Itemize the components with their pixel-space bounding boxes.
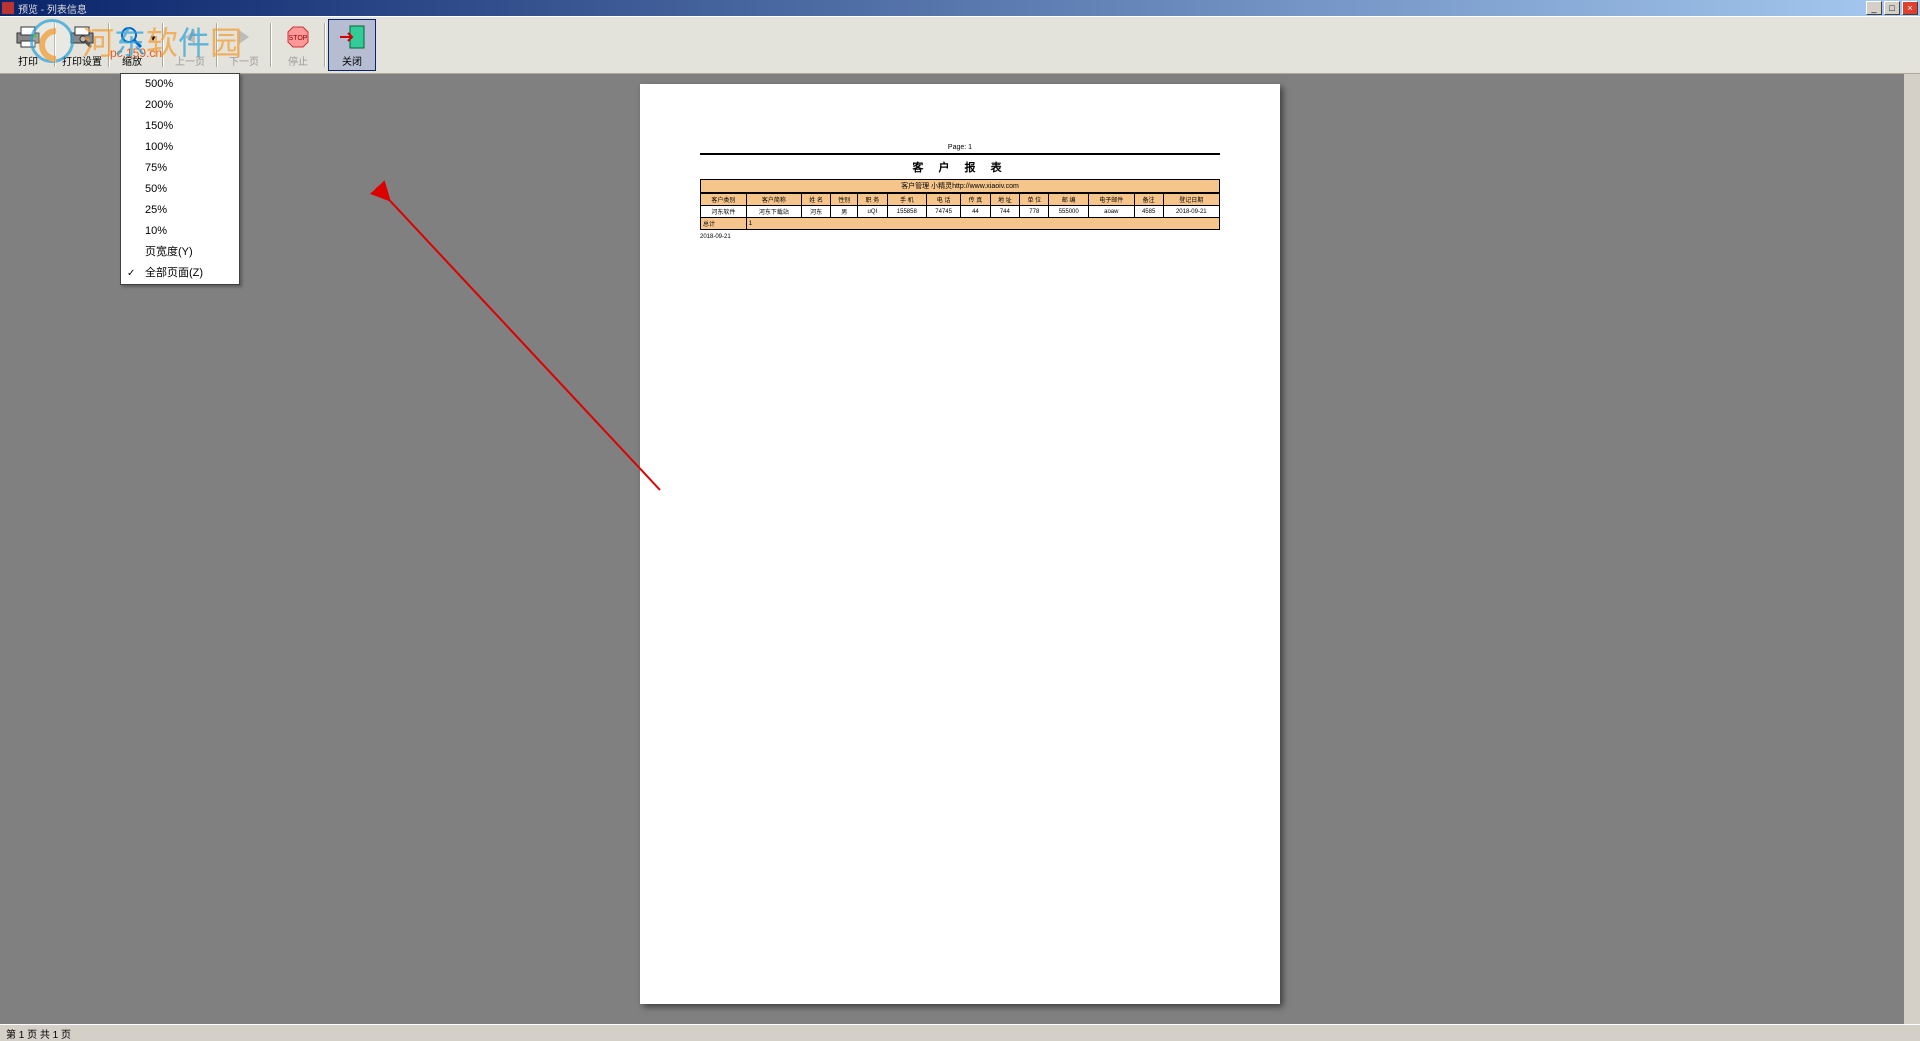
table-cell: 2018-09-21 bbox=[1163, 206, 1219, 218]
page-number: Page: 1 bbox=[700, 144, 1220, 151]
table-header-cell: 备注 bbox=[1134, 194, 1163, 206]
total-value-cell: 1 bbox=[746, 218, 1219, 230]
maximize-button[interactable]: □ bbox=[1884, 1, 1900, 15]
zoom-page-width-item[interactable]: 页宽度(Y) bbox=[121, 242, 239, 263]
zoom-dropdown: 500% 200% 150% 100% 75% 50% 25% 10% 页宽度(… bbox=[120, 73, 240, 285]
table-header-cell: 邮 编 bbox=[1049, 194, 1088, 206]
separator bbox=[54, 23, 56, 67]
separator bbox=[162, 23, 164, 67]
print-label: 打印 bbox=[18, 53, 38, 68]
app-icon bbox=[2, 2, 14, 14]
next-page-label: 下一页 bbox=[229, 53, 259, 68]
close-preview-button[interactable]: 关闭 bbox=[328, 19, 376, 71]
table-header-cell: 客户类别 bbox=[701, 194, 747, 206]
table-cell: 河东下载站 bbox=[746, 206, 801, 218]
prev-page-label: 上一页 bbox=[175, 53, 205, 68]
next-page-button[interactable]: 下一页 bbox=[220, 19, 268, 71]
report-title: 客 户 报 表 bbox=[700, 159, 1220, 175]
vertical-scrollbar[interactable] bbox=[1904, 74, 1920, 1024]
table-header-row: 客户类别客户简称姓 名性别职 务手 机电 话传 真地 址单 位邮 编电子邮件备注… bbox=[701, 194, 1220, 206]
table-cell: 74745 bbox=[927, 206, 961, 218]
zoom-menu-item[interactable]: 25% bbox=[121, 200, 239, 221]
divider bbox=[700, 153, 1220, 155]
status-text: 第 1 页 共 1 页 bbox=[6, 1030, 71, 1041]
prev-page-button[interactable]: 上一页 bbox=[166, 19, 214, 71]
zoom-menu-item[interactable]: 150% bbox=[121, 116, 239, 137]
separator bbox=[216, 23, 218, 67]
stop-icon: STOP bbox=[284, 23, 312, 51]
table-cell: 778 bbox=[1020, 206, 1049, 218]
table-header-cell: 电 话 bbox=[927, 194, 961, 206]
table-cell: 河东软件 bbox=[701, 206, 747, 218]
zoom-menu-item[interactable]: 50% bbox=[121, 179, 239, 200]
print-setup-button[interactable]: 打印设置 bbox=[58, 19, 106, 71]
zoom-menu-item[interactable]: 100% bbox=[121, 137, 239, 158]
status-bar: 第 1 页 共 1 页 bbox=[0, 1024, 1920, 1040]
table-total-row: 总计1 bbox=[701, 218, 1220, 230]
chevron-down-icon: ▼ bbox=[149, 34, 157, 43]
close-window-button[interactable]: × bbox=[1902, 1, 1918, 15]
zoom-menu-item[interactable]: 200% bbox=[121, 95, 239, 116]
minimize-button[interactable]: _ bbox=[1866, 1, 1882, 15]
table-cell: aoaw bbox=[1088, 206, 1134, 218]
table-cell: uQI bbox=[858, 206, 887, 218]
table-header-cell: 地 址 bbox=[990, 194, 1019, 206]
table-row: 河东软件河东下载站河东男uQI1558587474544744778555000… bbox=[701, 206, 1220, 218]
separator bbox=[108, 23, 110, 67]
exit-door-icon bbox=[338, 23, 366, 51]
title-bar: 预览 - 列表信息 _ □ × bbox=[0, 0, 1920, 16]
arrow-right-icon bbox=[230, 23, 258, 51]
printer-wrench-icon bbox=[68, 23, 96, 51]
table-header-cell: 手 机 bbox=[887, 194, 926, 206]
zoom-menu-item[interactable]: 75% bbox=[121, 158, 239, 179]
stop-button[interactable]: STOP 停止 bbox=[274, 19, 322, 71]
zoom-menu-item[interactable]: 500% bbox=[121, 74, 239, 95]
report-subtitle: 客户管理 小精灵http://www.xiaoiv.com bbox=[700, 179, 1220, 193]
table-header-cell: 客户简称 bbox=[746, 194, 801, 206]
separator bbox=[324, 23, 326, 67]
zoom-full-page-item[interactable]: ✓全部页面(Z) bbox=[121, 263, 239, 284]
window-title: 预览 - 列表信息 bbox=[18, 1, 1866, 16]
table-header-cell: 姓 名 bbox=[801, 194, 830, 206]
window-buttons: _ □ × bbox=[1866, 1, 1918, 15]
separator bbox=[270, 23, 272, 67]
table-cell: 744 bbox=[990, 206, 1019, 218]
preview-workspace[interactable]: Page: 1 客 户 报 表 客户管理 小精灵http://www.xiaoi… bbox=[0, 74, 1920, 1024]
zoom-button[interactable]: ▼ 缩放 bbox=[112, 19, 160, 71]
close-preview-label: 关闭 bbox=[342, 53, 362, 68]
svg-text:STOP: STOP bbox=[289, 35, 308, 42]
report-date: 2018-09-21 bbox=[700, 234, 1220, 240]
table-cell: 男 bbox=[831, 206, 858, 218]
toolbar: 打印 打印设置 ▼ 缩放 上一页 下一页 STOP 停止 bbox=[0, 16, 1920, 74]
printer-icon bbox=[14, 23, 42, 51]
watermark-url: pc.159.cn bbox=[110, 46, 162, 60]
print-button[interactable]: 打印 bbox=[4, 19, 52, 71]
stop-label: 停止 bbox=[288, 53, 308, 68]
table-header-cell: 性别 bbox=[831, 194, 858, 206]
total-label-cell: 总计 bbox=[701, 218, 747, 230]
zoom-menu-item[interactable]: 10% bbox=[121, 221, 239, 242]
table-header-cell: 职 务 bbox=[858, 194, 887, 206]
arrow-left-icon bbox=[176, 23, 204, 51]
table-cell: 44 bbox=[961, 206, 990, 218]
table-cell: 555000 bbox=[1049, 206, 1088, 218]
print-setup-label: 打印设置 bbox=[62, 53, 102, 68]
page-preview: Page: 1 客 户 报 表 客户管理 小精灵http://www.xiaoi… bbox=[640, 84, 1280, 1004]
table-header-cell: 单 位 bbox=[1020, 194, 1049, 206]
table-header-cell: 电子邮件 bbox=[1088, 194, 1134, 206]
check-icon: ✓ bbox=[127, 265, 135, 282]
report-table: 客户类别客户简称姓 名性别职 务手 机电 话传 真地 址单 位邮 编电子邮件备注… bbox=[700, 193, 1220, 230]
table-cell: 4585 bbox=[1134, 206, 1163, 218]
table-cell: 155858 bbox=[887, 206, 926, 218]
table-header-cell: 传 真 bbox=[961, 194, 990, 206]
table-header-cell: 登记日期 bbox=[1163, 194, 1219, 206]
table-cell: 河东 bbox=[801, 206, 830, 218]
